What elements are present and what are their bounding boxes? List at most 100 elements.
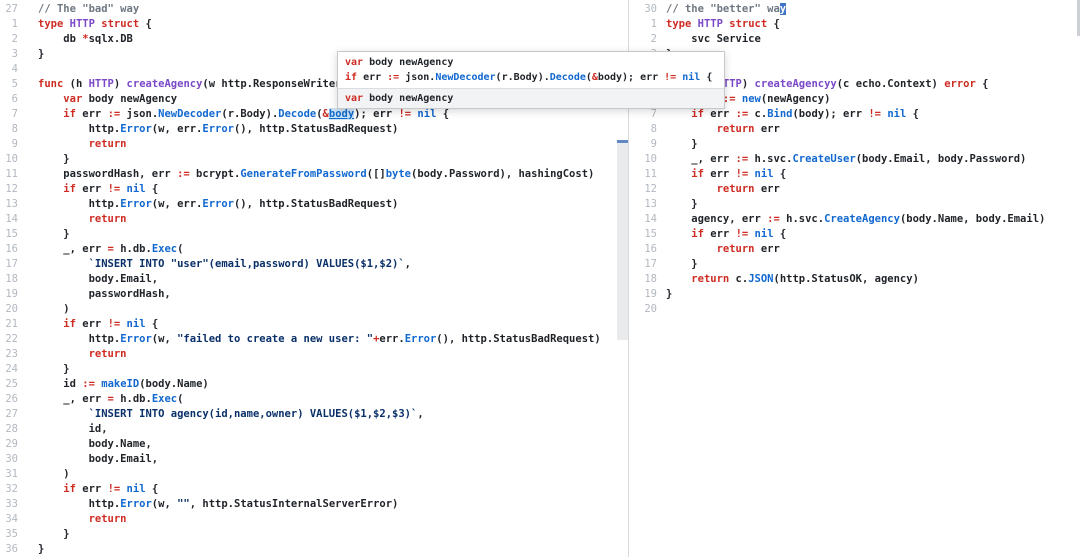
code-line[interactable]: 17 } bbox=[629, 257, 1080, 272]
line-number[interactable]: 12 bbox=[0, 182, 18, 197]
line-number[interactable]: 3 bbox=[0, 47, 18, 62]
code-line[interactable]: 7 if err := c.Bind(body); err != nil { bbox=[629, 107, 1080, 122]
code-line[interactable]: 27 // The "bad" way bbox=[0, 2, 617, 17]
line-number[interactable]: 1 bbox=[629, 17, 657, 32]
code-line[interactable]: 9 return bbox=[0, 137, 617, 152]
code-line[interactable]: 19 passwordHash, bbox=[0, 287, 617, 302]
line-number[interactable]: 28 bbox=[0, 422, 18, 437]
code-line[interactable]: 19} bbox=[629, 287, 1080, 302]
line-number[interactable]: 2 bbox=[0, 32, 18, 47]
code-line[interactable]: 33 http.Error(w, "", http.StatusInternal… bbox=[0, 497, 617, 512]
line-number[interactable]: 24 bbox=[0, 362, 18, 377]
code-line[interactable]: 12 return err bbox=[629, 182, 1080, 197]
code-line[interactable]: 30 // the "better" way bbox=[629, 2, 1080, 17]
line-number[interactable]: 10 bbox=[0, 152, 18, 167]
code-line[interactable]: 23 return bbox=[0, 347, 617, 362]
code-line[interactable]: 36} bbox=[0, 542, 617, 557]
line-number[interactable]: 7 bbox=[0, 107, 18, 122]
line-number[interactable]: 8 bbox=[0, 122, 18, 137]
code-line[interactable]: 34 return bbox=[0, 512, 617, 527]
line-number[interactable]: 19 bbox=[629, 287, 657, 302]
code-line[interactable]: 35 } bbox=[0, 527, 617, 542]
code-line[interactable]: 1 type HTTP struct { bbox=[629, 17, 1080, 32]
line-number[interactable]: 26 bbox=[0, 392, 18, 407]
code-line[interactable]: 12 if err != nil { bbox=[0, 182, 617, 197]
line-number[interactable]: 6 bbox=[0, 92, 18, 107]
line-number[interactable]: 17 bbox=[0, 257, 18, 272]
line-number[interactable]: 21 bbox=[0, 317, 18, 332]
code-line[interactable]: 8 return err bbox=[629, 122, 1080, 137]
code-line[interactable]: 15 if err != nil { bbox=[629, 227, 1080, 242]
line-number[interactable]: 13 bbox=[0, 197, 18, 212]
line-number[interactable]: 10 bbox=[629, 152, 657, 167]
code-line[interactable]: 2 svc Service bbox=[629, 32, 1080, 47]
line-number[interactable]: 15 bbox=[629, 227, 657, 242]
code-line[interactable]: 13 http.Error(w, err.Error(), http.Statu… bbox=[0, 197, 617, 212]
line-number[interactable]: 35 bbox=[0, 527, 18, 542]
code-line[interactable]: 20 bbox=[629, 302, 1080, 317]
code-line[interactable]: 8 http.Error(w, err.Error(), http.Status… bbox=[0, 122, 617, 137]
code-line[interactable]: 22 http.Error(w, "failed to create a new… bbox=[0, 332, 617, 347]
code-line[interactable]: 7 if err := json.NewDecoder(r.Body).Deco… bbox=[0, 107, 617, 122]
line-number[interactable]: 1 bbox=[0, 17, 18, 32]
line-number[interactable]: 11 bbox=[0, 167, 18, 182]
code-line[interactable]: 16 _, err = h.db.Exec( bbox=[0, 242, 617, 257]
line-number[interactable]: 19 bbox=[0, 287, 18, 302]
line-number[interactable]: 22 bbox=[0, 332, 18, 347]
line-number[interactable]: 16 bbox=[0, 242, 18, 257]
line-number[interactable]: 14 bbox=[0, 212, 18, 227]
line-number[interactable]: 17 bbox=[629, 257, 657, 272]
code-line[interactable]: 31 ) bbox=[0, 467, 617, 482]
line-number[interactable]: 15 bbox=[0, 227, 18, 242]
code-line[interactable]: 30 body.Email, bbox=[0, 452, 617, 467]
line-number[interactable]: 5 bbox=[0, 77, 18, 92]
code-line[interactable]: 17 `INSERT INTO "user"(email,password) V… bbox=[0, 257, 617, 272]
code-line[interactable]: 14 agency, err := h.svc.CreateAgency(bod… bbox=[629, 212, 1080, 227]
line-number[interactable]: 23 bbox=[0, 347, 18, 362]
code-line[interactable]: 2 db *sqlx.DB bbox=[0, 32, 617, 47]
code-line[interactable]: 20 ) bbox=[0, 302, 617, 317]
line-number[interactable]: 34 bbox=[0, 512, 18, 527]
line-number[interactable]: 11 bbox=[629, 167, 657, 182]
code-line[interactable]: 11 passwordHash, err := bcrypt.GenerateF… bbox=[0, 167, 617, 182]
code-line[interactable]: 18 body.Email, bbox=[0, 272, 617, 287]
line-number[interactable]: 4 bbox=[0, 62, 18, 77]
line-number[interactable]: 25 bbox=[0, 377, 18, 392]
code-line[interactable]: 13 } bbox=[629, 197, 1080, 212]
line-number[interactable]: 27 bbox=[0, 407, 18, 422]
line-number[interactable]: 12 bbox=[629, 182, 657, 197]
line-number[interactable]: 9 bbox=[629, 137, 657, 152]
line-number[interactable]: 16 bbox=[629, 242, 657, 257]
line-number[interactable]: 27 bbox=[0, 2, 18, 17]
line-number[interactable]: 31 bbox=[0, 467, 18, 482]
line-number[interactable]: 20 bbox=[0, 302, 18, 317]
code-line[interactable]: 10 } bbox=[0, 152, 617, 167]
line-number[interactable]: 20 bbox=[629, 302, 657, 317]
code-line[interactable]: 14 return bbox=[0, 212, 617, 227]
code-line[interactable]: 29 body.Name, bbox=[0, 437, 617, 452]
code-line[interactable]: 27 `INSERT INTO agency(id,name,owner) VA… bbox=[0, 407, 617, 422]
code-line[interactable]: 1 type HTTP struct { bbox=[0, 17, 617, 32]
line-number[interactable]: 29 bbox=[0, 437, 18, 452]
code-line[interactable]: 28 id, bbox=[0, 422, 617, 437]
code-line[interactable]: 16 return err bbox=[629, 242, 1080, 257]
code-line[interactable]: 11 if err != nil { bbox=[629, 167, 1080, 182]
code-line[interactable]: 25 id := makeID(body.Name) bbox=[0, 377, 617, 392]
code-line[interactable]: 15 } bbox=[0, 227, 617, 242]
line-number[interactable]: 32 bbox=[0, 482, 18, 497]
line-number[interactable]: 14 bbox=[629, 212, 657, 227]
line-number[interactable]: 30 bbox=[0, 452, 18, 467]
code-line[interactable]: 9 } bbox=[629, 137, 1080, 152]
code-line[interactable]: 21 if err != nil { bbox=[0, 317, 617, 332]
line-number[interactable]: 36 bbox=[0, 542, 18, 557]
code-line[interactable]: 32 if err != nil { bbox=[0, 482, 617, 497]
line-number[interactable]: 8 bbox=[629, 122, 657, 137]
line-number[interactable]: 7 bbox=[629, 107, 657, 122]
line-number[interactable]: 33 bbox=[0, 497, 18, 512]
line-number[interactable]: 18 bbox=[629, 272, 657, 287]
line-number[interactable]: 30 bbox=[629, 2, 657, 17]
code-line[interactable]: 18 return c.JSON(http.StatusOK, agency) bbox=[629, 272, 1080, 287]
line-number[interactable]: 9 bbox=[0, 137, 18, 152]
code-line[interactable]: 10 _, err := h.svc.CreateUser(body.Email… bbox=[629, 152, 1080, 167]
line-number[interactable]: 2 bbox=[629, 32, 657, 47]
